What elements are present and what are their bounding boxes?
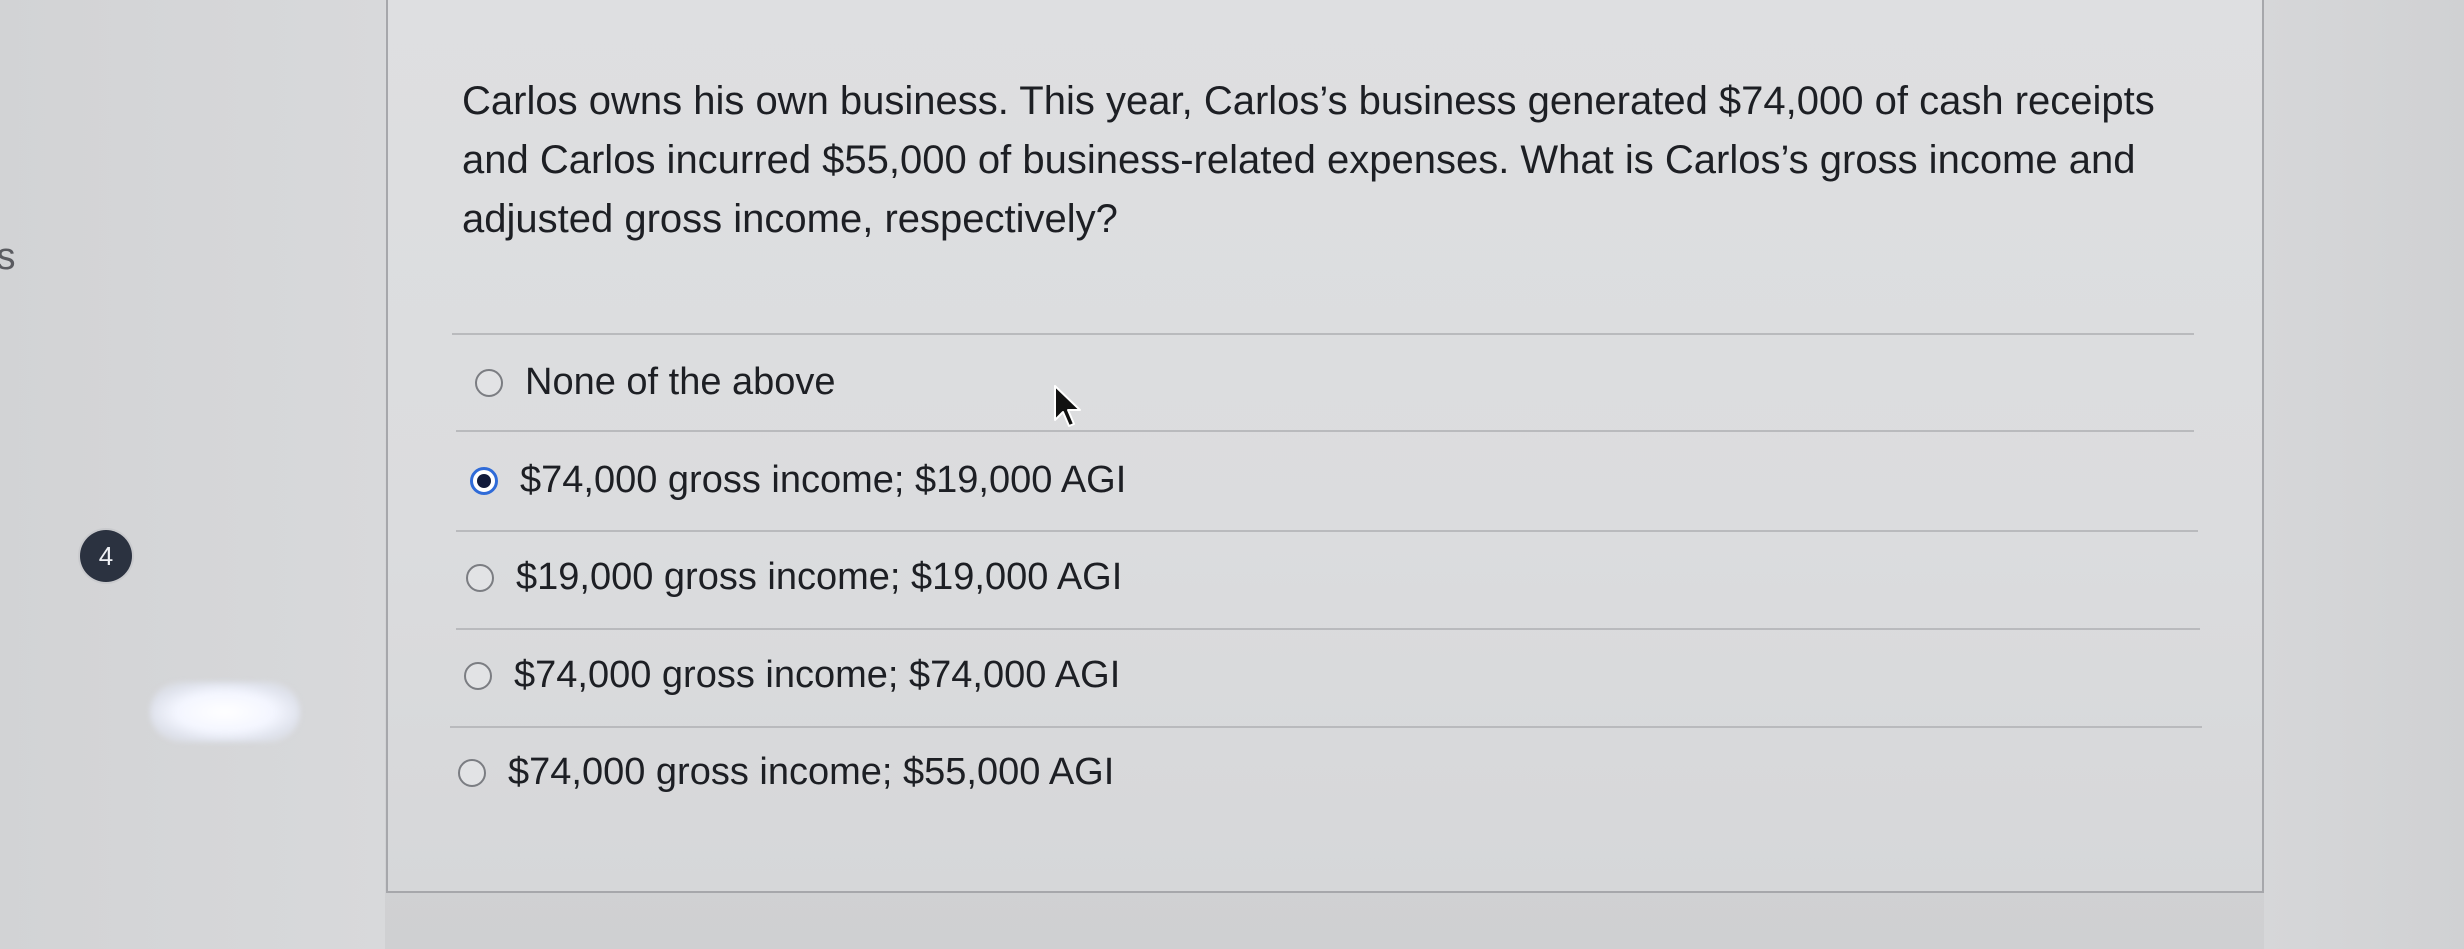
right-margin xyxy=(2264,0,2464,949)
option-divider xyxy=(456,530,2198,532)
radio-button[interactable] xyxy=(458,758,486,787)
left-gutter xyxy=(0,0,385,949)
clipped-sidebar-text: ts xyxy=(0,236,16,278)
question-number-badge[interactable]: 4 xyxy=(80,530,132,582)
answer-option-label: $74,000 gross income; $55,000 AGI xyxy=(508,751,1115,793)
answer-option-19000-19000[interactable]: $19,000 gross income; $19,000 AGI xyxy=(466,556,1122,599)
answer-option-74000-19000[interactable]: $74,000 gross income; $19,000 AGI xyxy=(470,459,1126,502)
answer-option-label: None of the above xyxy=(525,361,836,403)
question-divider xyxy=(452,333,2194,335)
radio-button[interactable] xyxy=(464,661,492,690)
answer-option-none[interactable]: None of the above xyxy=(475,361,836,404)
mouse-pointer-icon xyxy=(1054,385,1081,427)
answer-option-74000-74000[interactable]: $74,000 gross income; $74,000 AGI xyxy=(464,654,1120,697)
option-divider xyxy=(456,628,2200,630)
answer-option-label: $74,000 gross income; $19,000 AGI xyxy=(520,459,1127,501)
answer-option-label: $19,000 gross income; $19,000 AGI xyxy=(516,556,1123,598)
screen-glare xyxy=(150,682,300,742)
radio-button[interactable] xyxy=(466,563,494,592)
radio-button-selected[interactable] xyxy=(470,466,498,495)
question-prompt: Carlos owns his own business. This year,… xyxy=(462,79,2155,241)
answer-option-label: $74,000 gross income; $74,000 AGI xyxy=(514,654,1121,696)
answer-option-74000-55000[interactable]: $74,000 gross income; $55,000 AGI xyxy=(458,751,1114,794)
option-divider xyxy=(450,726,2202,728)
option-divider xyxy=(456,430,2194,432)
radio-button[interactable] xyxy=(475,368,503,397)
